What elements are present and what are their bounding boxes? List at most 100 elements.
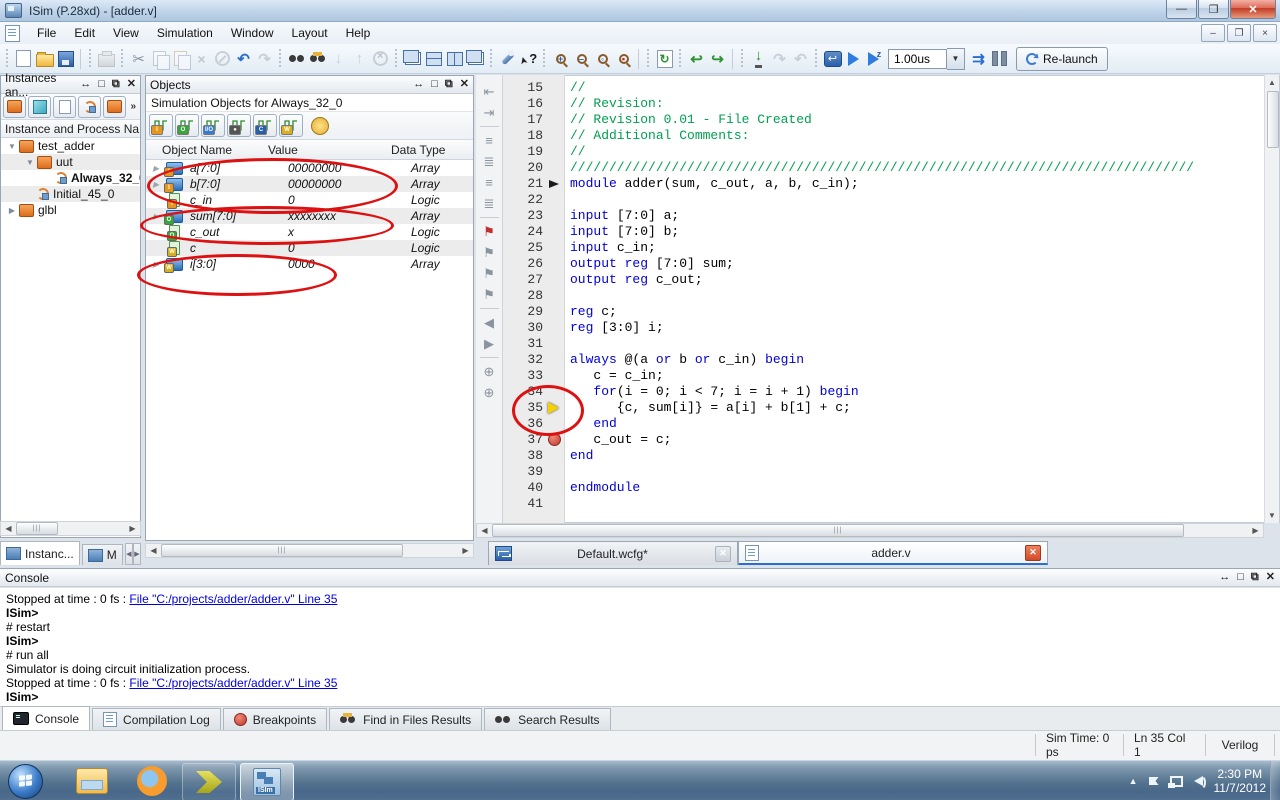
object-row-b70[interactable]: ▶ Ib[7:0] 00000000 Array [146,176,473,193]
float-panel-icon[interactable]: ↔ [413,79,424,90]
zoom-in-button[interactable]: + [550,48,571,69]
code-line-35[interactable]: 35 {c, sum[i]} = a[i] + b[1] + c; [503,400,1264,416]
menu-simulation[interactable]: Simulation [148,23,222,43]
tab-scroll-right-icon[interactable]: ▶ [132,543,141,565]
clear-bookmarks-button[interactable]: ⚑ [479,284,500,305]
code-line-20[interactable]: 20 //////////////////////////////////////… [503,160,1264,176]
action-center-icon[interactable] [1148,777,1159,785]
network-icon[interactable] [1167,775,1183,788]
prev-block-button[interactable]: ⇤ [479,81,500,102]
expander-closed-icon[interactable]: ▶ [5,206,19,215]
code-line-37[interactable]: 37 c_out = c; [503,432,1264,448]
toolbar-overflow-icon[interactable]: » [130,101,138,112]
goto-line-button[interactable]: ≡ [479,130,500,151]
editor-hscrollbar[interactable]: ◀ ||| ▶ [476,523,1264,538]
code-line-18[interactable]: 18 // Additional Comments: [503,128,1264,144]
object-row-a70[interactable]: ▶ Ia[7:0] 00000000 Array [146,160,473,177]
print-button[interactable] [96,48,117,69]
run-all-button[interactable] [843,48,864,69]
run-for-time-button[interactable]: z [864,48,885,69]
tab-close-icon[interactable]: ✕ [715,545,731,562]
instances-column-header[interactable]: Instance and Process Na [1,120,140,138]
new-file-button[interactable] [13,48,34,69]
toggle-bookmark-button[interactable]: ⚑ [479,221,500,242]
disable-button[interactable] [212,48,233,69]
close-panel-icon[interactable]: ✕ [460,79,469,90]
tree-item-initial_45_0[interactable]: Initial_45_0 [1,186,140,202]
mdi-restore-button[interactable]: ❐ [1227,24,1251,42]
code-line-22[interactable]: 22 [503,192,1264,208]
panel-tab-m[interactable]: M [81,544,123,565]
objects-hscrollbar[interactable]: ◀ ||| ▶ [145,543,474,558]
code-line-38[interactable]: 38 end [503,448,1264,464]
code-line-36[interactable]: 36 end [503,416,1264,432]
start-button[interactable] [8,764,43,799]
tree-item-test_adder[interactable]: ▼ test_adder [1,138,140,154]
tray-clock[interactable]: 2:30 PM 11/7/2012 [1214,767,1267,795]
bottom-tab-findinfilesresults[interactable]: Find in Files Results [329,708,483,730]
code-line-30[interactable]: 30 reg [3:0] i; [503,320,1264,336]
editor-tab-adderv[interactable]: adder.v ✕ [738,541,1048,565]
delete-button[interactable]: × [191,48,212,69]
bookmark-question-button[interactable]: ⚑ [479,242,500,263]
maximize-panel-icon[interactable]: □ [98,79,105,90]
column-data-type[interactable]: Data Type [391,143,445,157]
object-row-c[interactable]: Wc 0 Logic [146,240,473,257]
tray-expand-icon[interactable]: ▲ [1129,776,1138,786]
firefox-taskbar-icon[interactable] [137,766,167,796]
console-file-link[interactable]: File "C:/projects/adder/adder.v" Line 35 [129,676,337,690]
close-button[interactable]: ✕ [1230,0,1276,19]
bottom-tab-searchresults[interactable]: Search Results [484,708,611,730]
restart-back-button[interactable]: ↩ [686,48,707,69]
volume-icon[interactable] [1193,775,1206,790]
restart-forward-button[interactable]: ↪ [707,48,728,69]
constants-filter-button[interactable]: C [253,114,277,137]
open-file-button[interactable] [34,48,55,69]
tab-scroll-left-icon[interactable]: ◀ [124,543,133,565]
close-panel-icon[interactable]: ✕ [1266,572,1275,583]
instance-filter-button[interactable] [3,95,26,118]
code-line-39[interactable]: 39 [503,464,1264,480]
execution-marker[interactable] [546,400,564,416]
tab-close-icon[interactable]: ✕ [1025,544,1041,561]
undo-button[interactable]: ↶ [233,48,254,69]
next-block-button[interactable]: ⇥ [479,102,500,123]
tree-item-always_32_0[interactable]: Always_32_0 [1,170,140,186]
restore-panel-icon[interactable]: ⧉ [1251,572,1259,583]
preferences-wrench-button[interactable] [497,48,518,69]
relaunch-button[interactable]: Re-launch [1016,46,1108,71]
find-in-files-button[interactable] [307,48,328,69]
source-filter-button[interactable] [53,95,76,118]
inouts-filter-button[interactable]: I/O [201,114,225,137]
cascade-windows-button[interactable] [402,48,423,69]
code-line-26[interactable]: 26 output reg [7:0] sum; [503,256,1264,272]
code-line-21[interactable]: 21 module adder(sum, c_out, a, b, c_in); [503,176,1264,192]
expander-closed-icon[interactable]: ▶ [146,212,164,221]
save-button[interactable] [55,48,76,69]
menu-view[interactable]: View [104,23,148,43]
expander-closed-icon[interactable]: ▶ [146,180,164,189]
refresh-button[interactable]: ↻ [654,48,675,69]
nav-back-button[interactable]: ◀ [479,312,500,333]
restore-button[interactable]: ❐ [1198,0,1229,19]
object-row-i30[interactable]: ▶ Wi[3:0] 0000 Array [146,256,473,273]
bottom-tab-compilationlog[interactable]: Compilation Log [92,708,221,730]
code-line-24[interactable]: 24 input [7:0] b; [503,224,1264,240]
goto-line-5-button[interactable]: ≣ [479,151,500,172]
tree-item-glbl[interactable]: ▶ glbl [1,202,140,218]
step-over-button[interactable]: ↷ [769,48,790,69]
code-line-23[interactable]: 23 input [7:0] a; [503,208,1264,224]
bottom-tab-breakpoints[interactable]: Breakpoints [222,708,328,730]
code-line-31[interactable]: 31 [503,336,1264,352]
paste-button[interactable] [170,48,191,70]
code-line-32[interactable]: 32 always @(a or b or c_in) begin [503,352,1264,368]
expander-open-icon[interactable]: ▼ [5,142,19,151]
module-filter-button[interactable] [103,95,126,118]
maximize-panel-icon[interactable]: □ [1237,572,1244,583]
cancel-search-button[interactable] [370,48,391,69]
editor-tab-defaultwcfg[interactable]: Default.wcfg* ✕ [488,541,738,565]
copy-button[interactable] [149,48,170,70]
code-line-25[interactable]: 25 input c_in; [503,240,1264,256]
goto-source-button[interactable]: ↩ [822,48,843,69]
pan-hand-button[interactable]: ⊕ [479,361,500,382]
